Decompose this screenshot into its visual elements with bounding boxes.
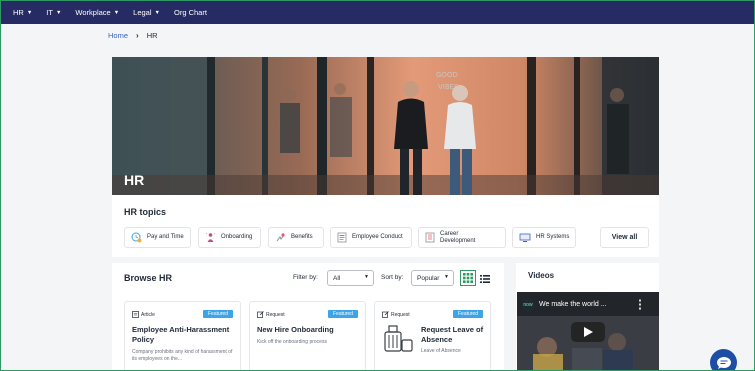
clock-coins-icon [131, 232, 142, 243]
channel-avatar: now [521, 298, 535, 312]
featured-badge: Featured [202, 310, 233, 318]
article-icon [132, 311, 139, 318]
view-all-button[interactable]: View all [600, 227, 649, 248]
card-article[interactable]: Article Featured Employee Anti-Harassmen… [124, 301, 241, 370]
card-type: Request [257, 311, 285, 318]
card-title: New Hire Onboarding [257, 325, 334, 334]
chevron-down-icon: ▼ [364, 274, 369, 280]
videos-panel: Videos now We make the world ... [516, 263, 659, 370]
topics-title: HR topics [124, 207, 167, 217]
topic-hr-systems[interactable]: HR Systems [512, 227, 576, 248]
video-title: We make the world ... [539, 301, 607, 308]
chevron-down-icon: ▼ [154, 9, 160, 16]
topic-pay-and-time[interactable]: Pay and Time [124, 227, 191, 248]
card-request-leave[interactable]: Request Featured Request Leave of Absenc… [374, 301, 491, 370]
topic-career-development[interactable]: Career Development [418, 227, 506, 248]
list-icon [480, 275, 490, 283]
edit-icon [257, 311, 264, 318]
chevron-down-icon: ▼ [113, 9, 120, 16]
nav-it[interactable]: IT ▼ [46, 8, 61, 17]
featured-badge: Featured [327, 310, 358, 318]
sort-label: Sort by: [381, 274, 404, 281]
chevron-down-icon: ▼ [55, 9, 62, 16]
card-type: Request [382, 311, 410, 318]
hero-banner: GOOD VIBES HR [112, 57, 659, 195]
card-description: Company prohibits any kind of harassment… [132, 349, 233, 362]
chat-button[interactable] [710, 349, 737, 370]
person-sparkle-icon [205, 232, 216, 243]
nav-workplace[interactable]: Workplace ▼ [75, 8, 119, 17]
browse-panel: Browse HR Filter by: All ▼ Sort by: Popu… [112, 263, 504, 370]
hero-title: HR [124, 172, 145, 188]
nav-hr[interactable]: HR ▼ [13, 8, 32, 17]
luggage-icon [384, 325, 413, 352]
page-frame: HR ▼ IT ▼ Workplace ▼ Legal ▼ Org Chart Home… [0, 0, 755, 371]
topic-onboarding[interactable]: Onboarding [198, 227, 261, 248]
topic-benefits[interactable]: Benefits [268, 227, 324, 248]
topics-panel: HR topics Pay and Time Onboarding Benefi… [112, 195, 659, 257]
filter-label: Filter by: [293, 274, 318, 281]
filter-select[interactable]: All ▼ [327, 270, 374, 286]
nav-org-chart[interactable]: Org Chart [174, 8, 207, 17]
topic-employee-conduct[interactable]: Employee Conduct [330, 227, 412, 248]
nav-legal[interactable]: Legal ▼ [133, 8, 160, 17]
browse-title: Browse HR [124, 273, 173, 283]
breadcrumb-home-link[interactable]: Home [108, 31, 128, 40]
featured-badge: Featured [452, 310, 483, 318]
card-description: Leave of Absence [421, 348, 461, 354]
chevron-down-icon: ▼ [26, 9, 33, 16]
videos-title: Videos [528, 271, 555, 280]
svg-text:GOOD: GOOD [436, 71, 458, 79]
grid-icon [463, 273, 473, 283]
list-view-button[interactable] [480, 272, 490, 284]
chevron-down-icon: ▼ [444, 274, 449, 280]
benefits-icon [275, 232, 286, 243]
card-title: Employee Anti-Harassment Policy [132, 325, 230, 344]
sort-select[interactable]: Popular ▼ [411, 270, 454, 286]
monitor-icon [519, 233, 531, 243]
top-nav: HR ▼ IT ▼ Workplace ▼ Legal ▼ Org Chart [1, 1, 754, 24]
card-type: Article [132, 311, 155, 318]
grid-view-button[interactable] [460, 270, 476, 286]
breadcrumb: Home › HR [108, 31, 158, 40]
chevron-right-icon: › [136, 31, 139, 40]
card-request-onboarding[interactable]: Request Featured New Hire Onboarding Kic… [249, 301, 366, 370]
breadcrumb-current: HR [146, 31, 158, 40]
chat-bubble-icon [716, 356, 731, 369]
ladder-icon [425, 232, 435, 243]
card-title: Request Leave of Absence [421, 325, 484, 344]
edit-icon [382, 311, 389, 318]
document-icon [337, 232, 347, 243]
video-thumbnail[interactable]: now We make the world ... [517, 292, 659, 370]
card-description: Kick off the onboarding process [257, 339, 327, 345]
hero-photo: GOOD VIBES [112, 57, 659, 195]
